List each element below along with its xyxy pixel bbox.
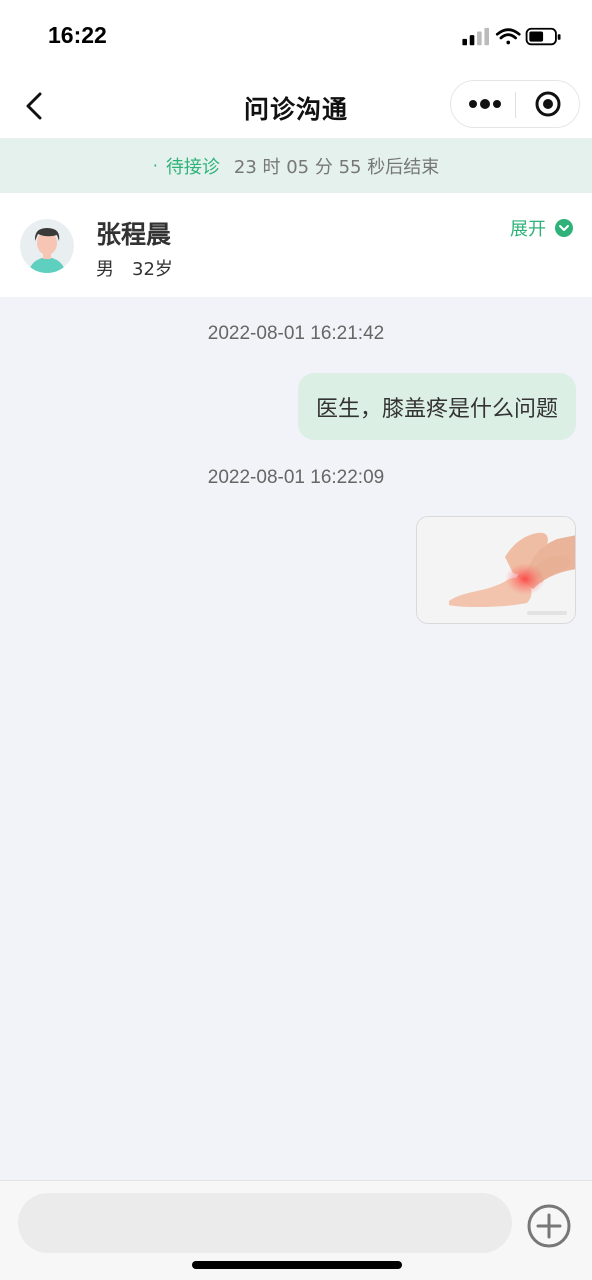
message-timestamp: 2022-08-01 16:22:09 [207,467,385,488]
close-target-icon[interactable] [531,89,565,119]
battery-icon [525,27,561,46]
capsule-divider [515,92,516,118]
patient-gender: 男 [96,259,114,280]
message-text: 医生，膝盖疼是什么问题 [315,396,558,422]
expand-label: 展开 [510,219,546,240]
avatar [20,219,74,273]
home-indicator [192,1261,402,1269]
plus-icon[interactable] [526,1203,572,1249]
status-icons [462,27,561,46]
ankle-pain-photo [417,517,575,623]
cellular-signal-icon [462,27,489,46]
patient-age: 32岁 [132,259,173,280]
countdown-banner: · 待接诊 23 时 05 分 55 秒后结束 [0,138,592,193]
status-bar: 16:22 [0,0,592,72]
consult-status: 待接诊 [165,156,220,178]
wifi-icon [495,28,521,45]
message-input[interactable] [18,1193,512,1253]
expand-button[interactable]: 展开 [510,215,574,241]
status-time: 16:22 [48,22,107,48]
input-bar [0,1180,592,1280]
chevron-down-icon [555,219,573,237]
more-icon[interactable] [465,89,505,119]
mini-program-capsule [450,80,580,128]
message-bubble-image[interactable] [416,516,576,624]
status-dot: · [152,156,158,175]
message-timestamp: 2022-08-01 16:21:42 [207,323,385,344]
patient-name: 张程晨 [96,220,172,249]
patient-card: 张程晨 男 32岁 展开 [0,193,592,297]
patient-meta: 男 32岁 [96,255,173,281]
nav-bar: 问诊沟通 [0,72,592,138]
countdown-timer: 23 时 05 分 55 秒后结束 [233,156,440,178]
message-bubble-text[interactable]: 医生，膝盖疼是什么问题 [297,373,576,440]
